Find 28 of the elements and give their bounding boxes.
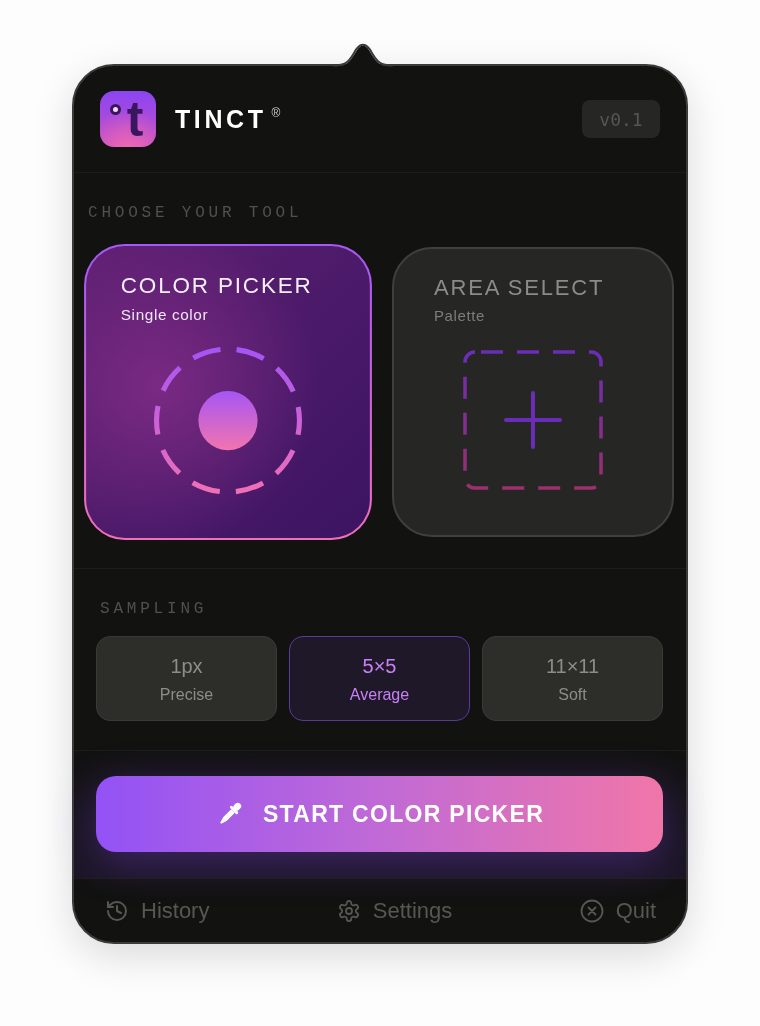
settings-icon <box>336 898 361 923</box>
app-name: TINCT <box>175 104 267 134</box>
settings-button[interactable]: Settings <box>336 897 453 924</box>
quit-button[interactable]: Quit <box>579 897 656 924</box>
tool-card[interactable]: COLOR PICKER Single color <box>84 243 372 541</box>
start-button[interactable]: START COLOR PICKER <box>96 776 663 852</box>
sampling-option[interactable]: 1px Precise <box>96 636 277 721</box>
section-label: SAMPLING <box>100 599 208 619</box>
history-button[interactable]: History <box>105 897 210 924</box>
sampling-label: Soft <box>558 685 587 705</box>
tool-card[interactable]: AREA SELECT Palette <box>392 247 674 537</box>
sampling-size: 5×5 <box>362 654 397 678</box>
sampling-size: 11×11 <box>545 654 600 678</box>
sampling-label: Average <box>349 685 410 705</box>
tool-subtitle: Single color <box>120 305 209 324</box>
registered-mark: ® <box>271 106 281 120</box>
sampling-label: Precise <box>159 685 214 705</box>
sampling-size: 1px <box>170 654 203 678</box>
tool-title: COLOR PICKER <box>120 272 313 300</box>
close-icon <box>579 898 604 923</box>
section-label: CHOOSE YOUR TOOL <box>88 203 303 223</box>
sampling-option[interactable]: 11×11 Soft <box>482 636 663 721</box>
dashed-square-plus-icon <box>463 350 603 490</box>
history-icon <box>105 898 129 923</box>
app-logo: t <box>100 91 156 147</box>
tool-title: AREA SELECT <box>434 275 605 301</box>
sampling-option[interactable]: 5×5 Average <box>289 636 470 721</box>
tool-subtitle: Palette <box>434 307 485 325</box>
